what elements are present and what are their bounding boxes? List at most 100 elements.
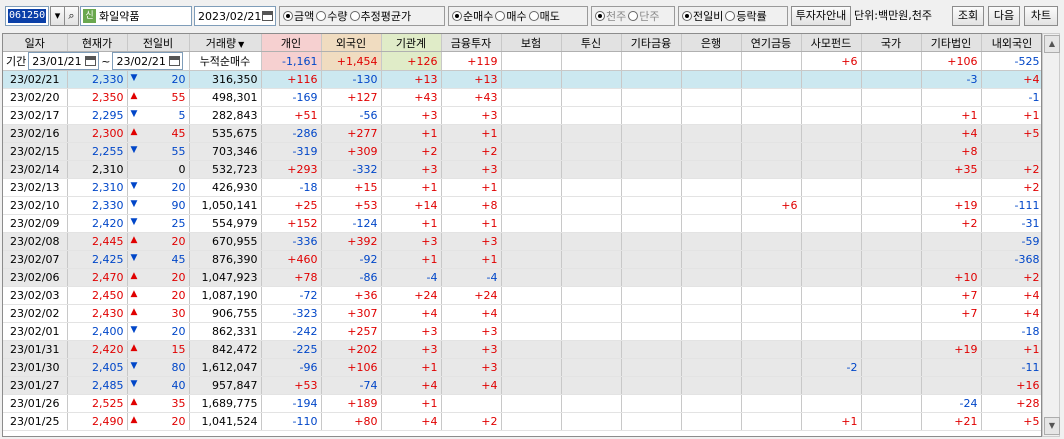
chart-button[interactable]: 차트 [1024, 6, 1058, 26]
column-header[interactable]: 일자 [3, 34, 68, 52]
investor-cell [681, 124, 742, 143]
investor-cell: +3 [381, 106, 442, 125]
investor-cell [861, 340, 922, 359]
date-cell: 23/02/06 [3, 268, 68, 287]
table-row[interactable]: 23/02/07 2,425 ▼ 45 876,390 +460 -92 +1 +1 -368 [3, 250, 1041, 269]
column-header[interactable]: 연기금등 [741, 34, 802, 52]
period-from-field[interactable]: 23/01/21 [28, 52, 100, 70]
table-row[interactable]: 23/01/26 2,525 ▲ 35 1,689,775 -194 +189 +1 -24 +2… [3, 394, 1041, 413]
vertical-scrollbar[interactable]: ▲ ▼ [1042, 33, 1060, 437]
investor-cell [561, 286, 622, 305]
table-row[interactable]: 23/02/21 2,330 ▼ 20 316,350 +116 -130 +13 +13 -3 +… [3, 70, 1041, 89]
query-date-field[interactable]: 2023/02/21 [194, 6, 276, 26]
scroll-up-icon[interactable]: ▲ [1044, 35, 1060, 53]
sort-icon[interactable]: ▼ [238, 40, 244, 49]
calendar-icon[interactable] [262, 11, 273, 21]
volume-cell: 535,675 [189, 124, 262, 143]
table-row[interactable]: 23/02/08 2,445 ▲ 20 670,955 -336 +392 +3 +3 -59 [3, 232, 1041, 251]
trade-type-group: 순매수 매수 매도 [448, 6, 588, 26]
scroll-down-icon[interactable]: ▼ [1044, 417, 1060, 435]
calendar-icon[interactable] [85, 56, 97, 66]
thousand-shares-radio[interactable]: 천주 [595, 8, 626, 24]
column-header-label: 외국인 [335, 36, 367, 50]
change-value: 35 [171, 397, 186, 410]
column-header[interactable]: 투신 [561, 34, 622, 52]
investor-cell [681, 160, 742, 179]
price-cell: 2,300 [67, 124, 128, 143]
column-header[interactable]: 기관계 [381, 34, 442, 52]
investor-cell: +10 [921, 268, 982, 287]
investor-cell [561, 196, 622, 215]
cumulative-label: 누적순매수 [189, 51, 262, 71]
table-row[interactable]: 23/01/31 2,420 ▲ 15 842,472 -225 +202 +3 +3 +19 +1 [3, 340, 1041, 359]
sell-radio[interactable]: 매도 [528, 8, 560, 24]
column-header[interactable]: 외국인 [321, 34, 382, 52]
prev-day-change-radio[interactable]: 전일비 [682, 8, 723, 24]
table-row[interactable]: 23/02/14 2,310 0 532,723 +293 -332 +3 +3 +35 +2 [3, 160, 1041, 179]
investor-cell: +3 [441, 322, 502, 341]
table-row[interactable]: 23/01/30 2,405 ▼ 80 1,612,047 -96 +106 +1 +3 -2 -1… [3, 358, 1041, 377]
volume-cell: 316,350 [189, 70, 262, 89]
column-header[interactable]: 은행 [681, 34, 742, 52]
change-cell: ▼ 20 [127, 70, 190, 89]
column-header[interactable]: 보험 [501, 34, 562, 52]
radio-circle-icon [528, 11, 539, 21]
investor-cell: -336 [261, 232, 322, 251]
table-row[interactable]: 23/02/13 2,310 ▼ 20 426,930 -18 +15 +1 +1 +2 [3, 178, 1041, 197]
investor-cell: +35 [921, 160, 982, 179]
column-header[interactable]: 사모펀드 [801, 34, 862, 52]
column-header[interactable]: 현재가 [67, 34, 128, 52]
code-dropdown-button[interactable]: ▾ [50, 6, 65, 26]
net-buy-radio[interactable]: 순매수 [452, 8, 493, 24]
amount-radio[interactable]: 금액 [283, 8, 314, 24]
table-row[interactable]: 23/01/27 2,485 ▼ 40 957,847 +53 -74 +4 +4 +16 [3, 376, 1041, 395]
investor-cell [981, 142, 1041, 161]
table-row[interactable]: 23/02/15 2,255 ▼ 55 703,346 -319 +309 +2 +2 +8 [3, 142, 1041, 161]
calendar-icon[interactable] [169, 56, 181, 66]
column-header[interactable]: 기타법인 [921, 34, 982, 52]
investor-cell: +78 [261, 268, 322, 287]
investor-cell [501, 232, 562, 251]
search-icon[interactable]: ⌕ [64, 6, 79, 26]
investor-cell [801, 340, 862, 359]
investor-info-button[interactable]: 투자자안내 [791, 6, 851, 26]
table-row[interactable]: 23/02/17 2,295 ▼ 5 282,843 +51 -56 +3 +3 +1 +1 [3, 106, 1041, 125]
column-header[interactable]: 내외국인 [981, 34, 1041, 52]
column-header[interactable]: 기타금융 [621, 34, 682, 52]
investor-cell: +43 [381, 88, 442, 107]
investor-cell [621, 358, 682, 377]
investor-cell [741, 178, 802, 197]
table-row[interactable]: 23/02/03 2,450 ▲ 20 1,087,190 -72 +36 +24 +24 +7 +… [3, 286, 1041, 305]
table-row[interactable]: 23/02/09 2,420 ▼ 25 554,979 +152 -124 +1 +1 +2 -31 [3, 214, 1041, 233]
table-row[interactable]: 23/01/25 2,490 ▲ 20 1,041,524 -110 +80 +4 +2 +1 +2… [3, 412, 1041, 431]
quantity-radio[interactable]: 수량 [316, 8, 348, 24]
query-button[interactable]: 조회 [952, 6, 984, 26]
stock-name-field[interactable]: 신 화일약품 [80, 6, 192, 26]
column-header[interactable]: 거래량 ▼ [189, 34, 262, 52]
period-to-field[interactable]: 23/02/21 [112, 52, 184, 70]
table-row[interactable]: 23/02/20 2,350 ▲ 55 498,301 -169 +127 +43 +43 -1 [3, 88, 1041, 107]
change-value: 20 [171, 235, 186, 248]
table-row[interactable]: 23/02/02 2,430 ▲ 30 906,755 -323 +307 +4 +4 +7 +4 [3, 304, 1041, 323]
column-header[interactable]: 개인 [261, 34, 322, 52]
column-header[interactable]: 전일비 [127, 34, 190, 52]
change-rate-radio[interactable]: 등락률 [725, 8, 767, 24]
table-row[interactable]: 23/02/10 2,330 ▼ 90 1,050,141 +25 +53 +14 +8 +6 +1… [3, 196, 1041, 215]
investor-trading-grid[interactable]: 기간 23/01/21 ~ 23/02/21 누적순매수 -1,161 +1,45… [2, 33, 1042, 437]
investor-cell: +1 [381, 214, 442, 233]
avg-price-radio[interactable]: 추정평균가 [349, 8, 411, 24]
column-header[interactable]: 금융투자 [441, 34, 502, 52]
volume-cell: 1,689,775 [189, 394, 262, 413]
buy-radio[interactable]: 매수 [495, 8, 527, 24]
table-row[interactable]: 23/02/01 2,400 ▼ 20 862,331 -242 +257 +3 +3 -18 [3, 322, 1041, 341]
stock-code-input[interactable]: 061250 [5, 6, 49, 26]
table-row[interactable]: 23/02/06 2,470 ▲ 20 1,047,923 +78 -86 -4 -4 +10 +2 [3, 268, 1041, 287]
change-value: 55 [171, 145, 186, 158]
next-button[interactable]: 다음 [988, 6, 1020, 26]
column-header[interactable]: 국가 [861, 34, 922, 52]
single-shares-radio[interactable]: 단주 [628, 8, 660, 24]
volume-cell: 426,930 [189, 178, 262, 197]
table-row[interactable]: 23/02/16 2,300 ▲ 45 535,675 -286 +277 +1 +1 +4 +5 [3, 124, 1041, 143]
price-cell: 2,295 [67, 106, 128, 125]
investor-cell: -169 [261, 88, 322, 107]
